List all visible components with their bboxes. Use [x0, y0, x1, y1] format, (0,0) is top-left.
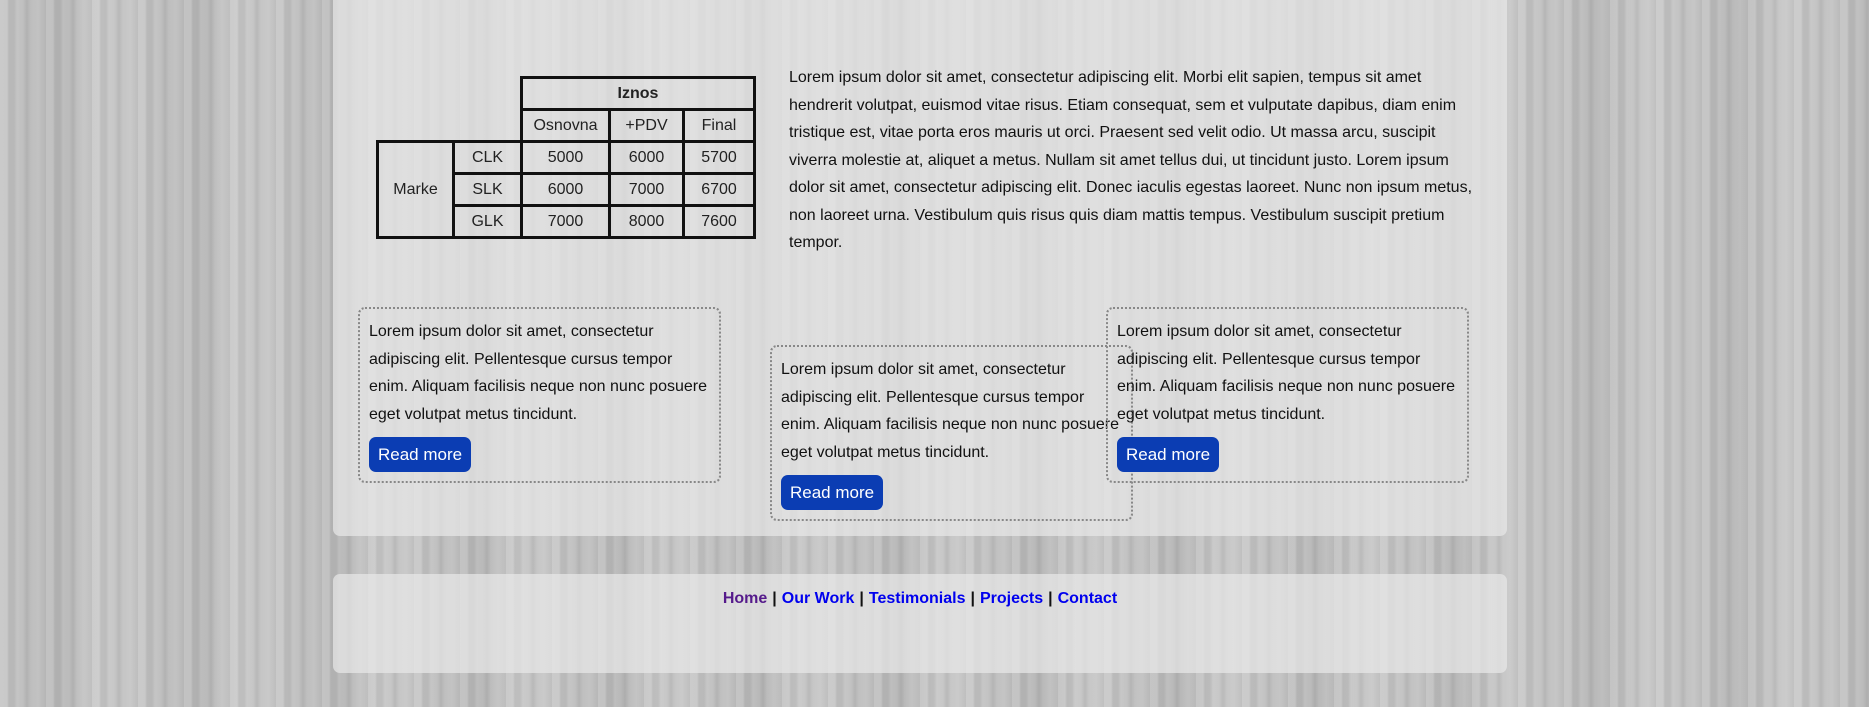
footer-link-contact[interactable]: Contact: [1058, 590, 1118, 607]
table-cell: 6000: [608, 140, 685, 175]
read-more-button[interactable]: Read more: [369, 437, 472, 472]
footer-link-our-work[interactable]: Our Work: [782, 590, 855, 607]
feature-card: Lorem ipsum dolor sit amet, consectetur …: [770, 345, 1133, 521]
table-row-label: SLK: [452, 172, 523, 207]
card-text: Lorem ipsum dolor sit amet, consectetur …: [781, 361, 1119, 461]
footer-separator: |: [970, 590, 975, 607]
footer-link-projects[interactable]: Projects: [980, 590, 1043, 607]
card-text: Lorem ipsum dolor sit amet, consectetur …: [369, 323, 707, 423]
price-table: Iznos Osnovna +PDV Final Marke CLK 5000 …: [376, 76, 756, 239]
table-cell: 7000: [520, 204, 611, 239]
table-cell: 5700: [682, 140, 756, 175]
read-more-button[interactable]: Read more: [781, 475, 884, 510]
footer-panel: [333, 574, 1507, 673]
table-row: Marke CLK 5000 6000 5700: [376, 140, 756, 239]
table-column-header: Final: [682, 108, 756, 143]
card-text: Lorem ipsum dolor sit amet, consectetur …: [1117, 323, 1455, 423]
footer-link-testimonials[interactable]: Testimonials: [869, 590, 966, 607]
table-cell: 7600: [682, 204, 756, 239]
footer-separator: |: [859, 590, 864, 607]
table-cell: 7000: [608, 172, 685, 207]
table-cell: 6700: [682, 172, 756, 207]
table-row-group-label: Marke: [376, 140, 455, 239]
table-column-header: +PDV: [608, 108, 685, 143]
table-header-row: Iznos: [378, 76, 756, 111]
footer-separator: |: [1048, 590, 1053, 607]
footer-link-home[interactable]: Home: [723, 590, 767, 607]
read-more-button[interactable]: Read more: [1117, 437, 1220, 472]
table-row-label: CLK: [452, 140, 523, 175]
footer-separator: |: [772, 590, 777, 607]
footer-nav: Home | Our Work | Testimonials | Projects | Cont…: [333, 590, 1507, 608]
table-cell: 6000: [520, 172, 611, 207]
feature-card: Lorem ipsum dolor sit amet, consectetur …: [358, 307, 721, 483]
table-subheader-row: Osnovna +PDV Final: [378, 108, 756, 143]
table-row-label: GLK: [452, 204, 523, 239]
table-cell: 8000: [608, 204, 685, 239]
table-group-header: Iznos: [520, 76, 756, 111]
feature-card: Lorem ipsum dolor sit amet, consectetur …: [1106, 307, 1469, 483]
table-column-header: Osnovna: [520, 108, 611, 143]
intro-paragraph: Lorem ipsum dolor sit amet, consectetur …: [789, 69, 1473, 251]
table-cell: 5000: [520, 140, 611, 175]
